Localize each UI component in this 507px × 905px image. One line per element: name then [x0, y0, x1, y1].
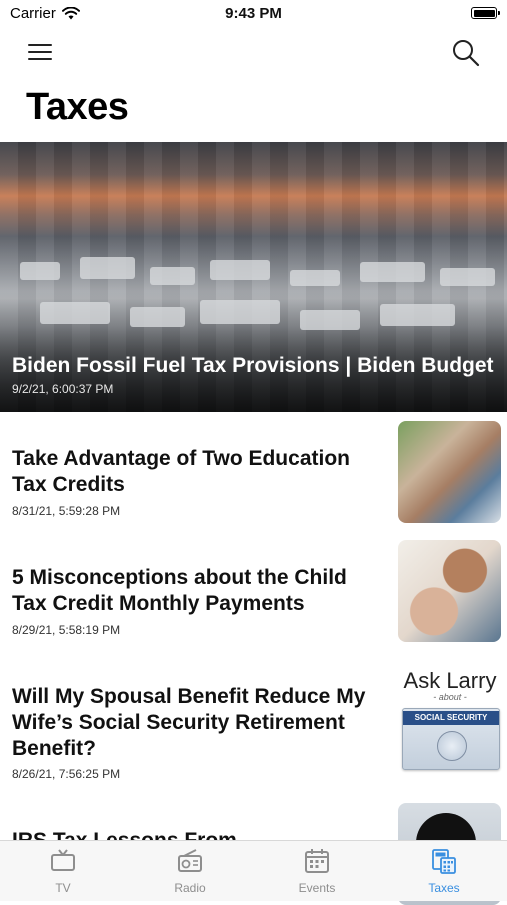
search-icon[interactable] [451, 38, 481, 68]
tab-taxes[interactable]: Taxes [381, 847, 507, 895]
article-date: 8/26/21, 7:56:25 PM [12, 767, 121, 781]
tab-taxes-label: Taxes [428, 881, 460, 895]
hamburger-menu-icon[interactable] [28, 44, 52, 62]
top-bar [0, 36, 507, 72]
article-thumbnail [398, 421, 501, 523]
article-date: 8/29/21, 5:58:19 PM [12, 623, 121, 637]
tab-tv-label: TV [55, 881, 71, 895]
tab-bar: TV Radio Events Taxes [0, 840, 507, 901]
ask-larry-title: Ask Larry [403, 668, 497, 693]
tab-tv[interactable]: TV [0, 847, 126, 895]
radio-icon [178, 849, 202, 872]
calendar-icon [305, 849, 329, 873]
tab-radio-label: Radio [174, 881, 206, 895]
calculator-icon [432, 849, 456, 874]
status-bar: Carrier 9:43 PM [0, 0, 507, 28]
featured-article[interactable]: Biden Fossil Fuel Tax Provisions | Biden… [0, 142, 507, 412]
tv-icon [51, 849, 75, 871]
article-thumbnail [398, 540, 501, 642]
article-title: Will My Spousal Benefit Reduce My Wife’s… [12, 685, 366, 760]
tab-events[interactable]: Events [254, 847, 380, 895]
clock: 9:43 PM [225, 5, 282, 22]
article-date: 8/31/21, 5:59:28 PM [12, 504, 121, 518]
article-list-item[interactable]: 5 Misconceptions about the Child Tax Cre… [0, 538, 507, 648]
battery-icon [471, 7, 500, 19]
seal-icon [437, 731, 467, 761]
article-list-item[interactable]: IRS Tax Lessons From [0, 800, 507, 905]
article-list-item[interactable]: Take Advantage of Two Education Tax Cred… [0, 420, 507, 530]
social-security-card-image: SOCIAL SECURITY [402, 708, 500, 770]
featured-article-date: 9/2/21, 6:00:37 PM [12, 382, 114, 396]
tab-radio[interactable]: Radio [127, 847, 253, 895]
social-security-card-label: SOCIAL SECURITY [403, 711, 499, 725]
page-title: Taxes [26, 86, 129, 128]
tab-events-label: Events [298, 881, 336, 895]
article-title: 5 Misconceptions about the Child Tax Cre… [12, 566, 347, 615]
featured-article-title: Biden Fossil Fuel Tax Provisions | Biden… [12, 354, 494, 377]
ask-larry-badge: Ask Larry - about - [400, 668, 500, 702]
article-title: Take Advantage of Two Education Tax Cred… [12, 447, 350, 496]
